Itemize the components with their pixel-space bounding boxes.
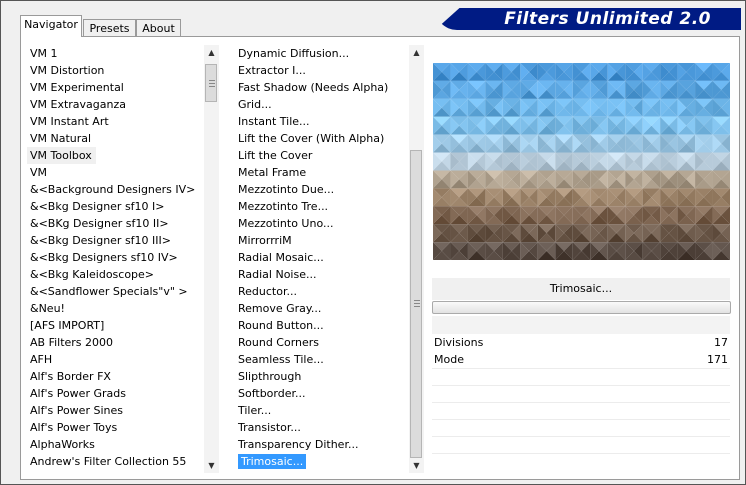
filter-item[interactable]: Mezzotinto Due...: [235, 181, 407, 198]
filter-list[interactable]: Dynamic Diffusion... Extractor I... Fast S…: [235, 45, 407, 473]
filter-item[interactable]: Remove Gray...: [235, 300, 407, 317]
filter-item[interactable]: Tiler...: [235, 402, 407, 419]
tab-navigator[interactable]: Navigator: [20, 15, 82, 37]
category-item[interactable]: &<BKg Designer sf10 II>: [27, 215, 202, 232]
filter-item[interactable]: Dynamic Diffusion...: [235, 45, 407, 62]
parameter-header: [432, 316, 730, 334]
filter-item[interactable]: Slipthrough: [235, 368, 407, 385]
param-mode[interactable]: Mode 171: [432, 351, 730, 368]
category-item[interactable]: Alf's Power Sines: [27, 402, 202, 419]
category-item[interactable]: Alf's Border FX: [27, 368, 202, 385]
scroll-up-arrow-icon[interactable]: ▲: [409, 45, 424, 60]
filter-item[interactable]: Mezzotinto Uno...: [235, 215, 407, 232]
category-item[interactable]: &Neu!: [27, 300, 202, 317]
filter-scrollbar[interactable]: ▲ ▼: [409, 45, 424, 473]
category-item[interactable]: VM Instant Art: [27, 113, 202, 130]
scroll-down-arrow-icon[interactable]: ▼: [409, 458, 424, 473]
filter-item[interactable]: Radial Mosaic...: [235, 249, 407, 266]
filter-item[interactable]: Seamless Tile...: [235, 351, 407, 368]
category-item[interactable]: AlphaWorks: [27, 436, 202, 453]
category-item[interactable]: Alf's Power Toys: [27, 419, 202, 436]
category-item[interactable]: Andrew's Filter Collection 56: [27, 470, 202, 473]
category-item[interactable]: VM 1: [27, 45, 202, 62]
category-item[interactable]: VM: [27, 164, 202, 181]
title-banner: Filters Unlimited 2.0: [435, 8, 741, 30]
category-scroll-thumb[interactable]: [205, 64, 217, 102]
category-item[interactable]: Alf's Power Grads: [27, 385, 202, 402]
category-item[interactable]: VM Experimental: [27, 79, 202, 96]
filter-item[interactable]: Softborder...: [235, 385, 407, 402]
filter-item[interactable]: Fast Shadow (Needs Alpha): [235, 79, 407, 96]
filter-item[interactable]: Instant Tile...: [235, 113, 407, 130]
filter-item[interactable]: Reductor...: [235, 283, 407, 300]
param-value: 171: [707, 353, 728, 366]
filter-item[interactable]: Transistor...: [235, 419, 407, 436]
category-item[interactable]: VM Distortion: [27, 62, 202, 79]
filter-preview-image: [433, 63, 730, 260]
filter-item[interactable]: MirrorrriM: [235, 232, 407, 249]
filter-item[interactable]: Transparency Dither...: [235, 436, 407, 453]
param-label: Mode: [434, 353, 464, 366]
category-item[interactable]: &<Bkg Designer sf10 III>: [27, 232, 202, 249]
category-item[interactable]: &<Bkg Designer sf10 I>: [27, 198, 202, 215]
filters-unlimited-window: Navigator Presets About Filters Unlimite…: [0, 0, 746, 485]
filter-item[interactable]: Round Button...: [235, 317, 407, 334]
filter-item[interactable]: Lift the Cover: [235, 147, 407, 164]
category-item[interactable]: VM Extravaganza: [27, 96, 202, 113]
category-item[interactable]: &<Background Designers IV>: [27, 181, 202, 198]
category-item[interactable]: AB Filters 2000: [27, 334, 202, 351]
param-divisions[interactable]: Divisions 17: [432, 334, 730, 351]
filter-scroll-thumb[interactable]: [410, 150, 422, 458]
filter-item[interactable]: Grid...: [235, 96, 407, 113]
category-list[interactable]: VM 1 VM Distortion VM Experimental VM Extra…: [27, 45, 202, 473]
category-item[interactable]: VM Natural: [27, 130, 202, 147]
filter-item[interactable]: Metal Frame: [235, 164, 407, 181]
preview-filter-name: Trimosaic...: [432, 278, 730, 300]
app-title: Filters Unlimited 2.0: [504, 9, 711, 29]
scroll-up-arrow-icon[interactable]: ▲: [204, 45, 219, 60]
filter-item[interactable]: Trimosaic...: [235, 453, 407, 470]
category-item[interactable]: VM Toolbox: [27, 147, 202, 164]
category-item[interactable]: [AFS IMPORT]: [27, 317, 202, 334]
progress-bar: [432, 301, 731, 314]
filter-item[interactable]: Round Corners: [235, 334, 407, 351]
param-value: 17: [714, 336, 728, 349]
category-scrollbar[interactable]: ▲ ▼: [204, 45, 219, 473]
category-item[interactable]: &<Bkg Kaleidoscope>: [27, 266, 202, 283]
category-item[interactable]: &<Bkg Designers sf10 IV>: [27, 249, 202, 266]
category-item[interactable]: AFH: [27, 351, 202, 368]
param-label: Divisions: [434, 336, 484, 349]
scroll-down-arrow-icon[interactable]: ▼: [204, 458, 219, 473]
filter-item[interactable]: Lift the Cover (With Alpha): [235, 130, 407, 147]
category-item[interactable]: Andrew's Filter Collection 55: [27, 453, 202, 470]
filter-item[interactable]: Radial Noise...: [235, 266, 407, 283]
filter-item[interactable]: Mezzotinto Tre...: [235, 198, 407, 215]
filter-item[interactable]: Extractor I...: [235, 62, 407, 79]
category-item[interactable]: &<Sandflower Specials"v" >: [27, 283, 202, 300]
